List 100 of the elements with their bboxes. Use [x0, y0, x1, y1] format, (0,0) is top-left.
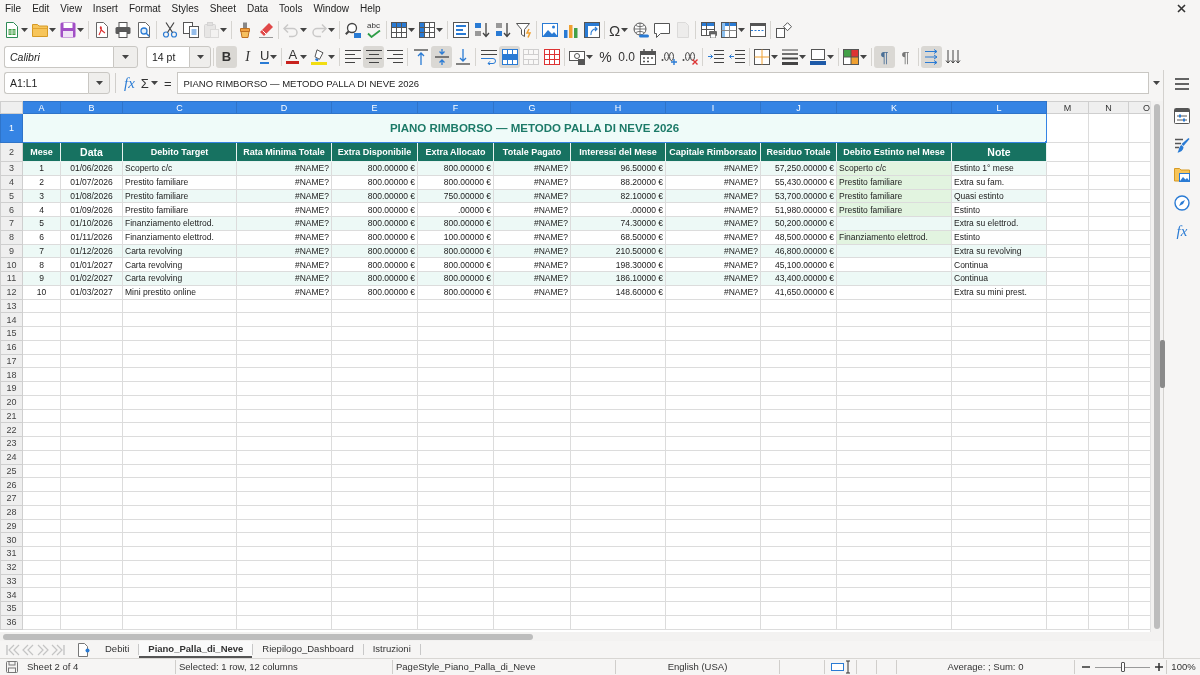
- sort-button[interactable]: [450, 19, 471, 41]
- spelling-button[interactable]: abc: [363, 19, 384, 41]
- add-sheet-button[interactable]: [76, 642, 92, 657]
- font-size-field[interactable]: 14 pt: [146, 45, 189, 68]
- pivot-table-button[interactable]: [581, 19, 602, 41]
- column-header[interactable]: N: [1088, 101, 1129, 114]
- bold-button[interactable]: B: [216, 45, 237, 68]
- column-header[interactable]: J: [760, 101, 837, 114]
- table-rows-icon: [391, 22, 407, 38]
- underline-button[interactable]: U: [258, 45, 280, 68]
- table-cell: 01/11/2026: [60, 230, 123, 244]
- menu-item[interactable]: Window: [308, 1, 354, 16]
- row-header[interactable]: 1: [0, 113, 23, 143]
- table-cell: 148.60000 €: [570, 285, 666, 299]
- table-cell: 800.00000 €: [331, 285, 418, 299]
- shapes-icon: [775, 22, 792, 38]
- vertical-scrollbar[interactable]: [1150, 101, 1163, 632]
- column-header[interactable]: A: [22, 101, 61, 114]
- menu-item[interactable]: Edit: [27, 1, 55, 16]
- zoom-slider-thumb[interactable]: [1120, 662, 1125, 672]
- column-header[interactable]: G: [493, 101, 571, 114]
- column-header[interactable]: C: [122, 101, 237, 114]
- column-header[interactable]: E: [331, 101, 418, 114]
- pdf-document-icon: [93, 22, 110, 38]
- sheet-tab[interactable]: Debiti: [96, 641, 139, 658]
- text-direction-button[interactable]: [921, 45, 943, 68]
- split-window-icon: [749, 22, 766, 38]
- formula-button[interactable]: =: [160, 72, 175, 94]
- copy-button[interactable]: [180, 19, 201, 41]
- column-header[interactable]: B: [60, 101, 123, 114]
- percent-format-button[interactable]: %: [595, 45, 617, 68]
- function-wizard-button[interactable]: fx: [121, 72, 138, 94]
- document-magnifier-icon: [135, 22, 152, 38]
- magnifier-icon: [344, 22, 361, 38]
- sheet-tab[interactable]: Riepilogo_Dashboard: [253, 641, 363, 658]
- menu-item[interactable]: Data: [241, 1, 274, 16]
- table-cell: Estinto: [951, 230, 1047, 244]
- menu-item[interactable]: Sheet: [204, 1, 241, 16]
- table-cell: 2: [22, 175, 61, 189]
- sheet-tab[interactable]: Istruzioni: [363, 641, 420, 658]
- bar-chart-icon: [562, 22, 579, 38]
- menu-item[interactable]: View: [55, 1, 87, 16]
- menu-item[interactable]: Tools: [274, 1, 308, 16]
- column-header[interactable]: F: [417, 101, 494, 114]
- sheet-tab[interactable]: Piano_Palla_di_Neve: [139, 641, 253, 658]
- scrollbar-thumb[interactable]: [1154, 104, 1160, 629]
- menu-item[interactable]: File: [0, 1, 27, 16]
- italic-button[interactable]: I: [237, 45, 258, 68]
- print-button[interactable]: [112, 19, 133, 41]
- align-center-button[interactable]: [363, 45, 385, 68]
- table-cell: 8: [22, 257, 61, 272]
- sort-down-arrow-icon: [473, 22, 490, 38]
- special-character-button[interactable]: Ω: [607, 19, 631, 41]
- menu-item[interactable]: Format: [123, 1, 166, 16]
- merge-center-button[interactable]: [499, 45, 521, 68]
- printer-icon: [114, 22, 131, 38]
- rows-button[interactable]: [389, 19, 417, 41]
- font-color-button[interactable]: A: [284, 45, 310, 68]
- formula-input[interactable]: PIANO RIMBORSO — METODO PALLA DI NEVE 2026: [177, 72, 1149, 94]
- columns-button[interactable]: [417, 19, 445, 41]
- print-area-button[interactable]: [698, 19, 720, 41]
- right-to-left-button[interactable]: ¶: [895, 45, 917, 68]
- freeze-button[interactable]: [719, 19, 748, 41]
- functions-button[interactable]: fx: [1167, 217, 1197, 246]
- draw-functions-button[interactable]: [773, 19, 795, 41]
- horizontal-scrollbar-thumb[interactable]: [3, 633, 533, 640]
- hyperlink-button[interactable]: [630, 19, 652, 41]
- caret-icon: [300, 54, 308, 59]
- caret-icon: [738, 28, 746, 32]
- menu-item[interactable]: Insert: [87, 1, 123, 16]
- font-name-dropdown-button[interactable]: [113, 45, 138, 68]
- caret-icon: [621, 28, 629, 32]
- name-box[interactable]: A1:L1: [4, 72, 88, 94]
- align-left-icon: [344, 49, 361, 64]
- sidebar-collapse-handle[interactable]: [1160, 340, 1165, 388]
- name-box-dropdown-button[interactable]: [88, 72, 110, 94]
- column-header[interactable]: D: [236, 101, 332, 114]
- column-header[interactable]: H: [570, 101, 666, 114]
- column-header[interactable]: M: [1046, 101, 1089, 114]
- caret-icon: [150, 81, 158, 85]
- table-cell: #NAME?: [493, 175, 571, 189]
- table-cell: Prestito familiare: [122, 175, 237, 189]
- left-to-right-button[interactable]: ¶: [874, 45, 896, 68]
- zoom-in-button[interactable]: [1155, 663, 1163, 671]
- column-header[interactable]: L: [951, 101, 1047, 114]
- column-header[interactable]: O: [1128, 101, 1150, 114]
- font-name-field[interactable]: Calibri: [4, 45, 113, 68]
- align-middle-button[interactable]: [431, 45, 453, 68]
- sum-button[interactable]: Σ: [137, 72, 161, 94]
- caret-icon: [1152, 81, 1160, 85]
- menu-item[interactable]: Help: [355, 1, 386, 16]
- menu-item[interactable]: Styles: [166, 1, 204, 16]
- font-size-dropdown-button[interactable]: [189, 45, 211, 68]
- number-format-button[interactable]: 0.0: [616, 45, 638, 68]
- close-button[interactable]: [1177, 4, 1186, 13]
- column-header[interactable]: K: [836, 101, 952, 114]
- column-header[interactable]: I: [665, 101, 761, 114]
- table-cell: #NAME?: [236, 285, 332, 299]
- wrap-text-icon: [480, 48, 497, 65]
- selection-text: Selected: 1 row, 12 columns: [179, 659, 298, 674]
